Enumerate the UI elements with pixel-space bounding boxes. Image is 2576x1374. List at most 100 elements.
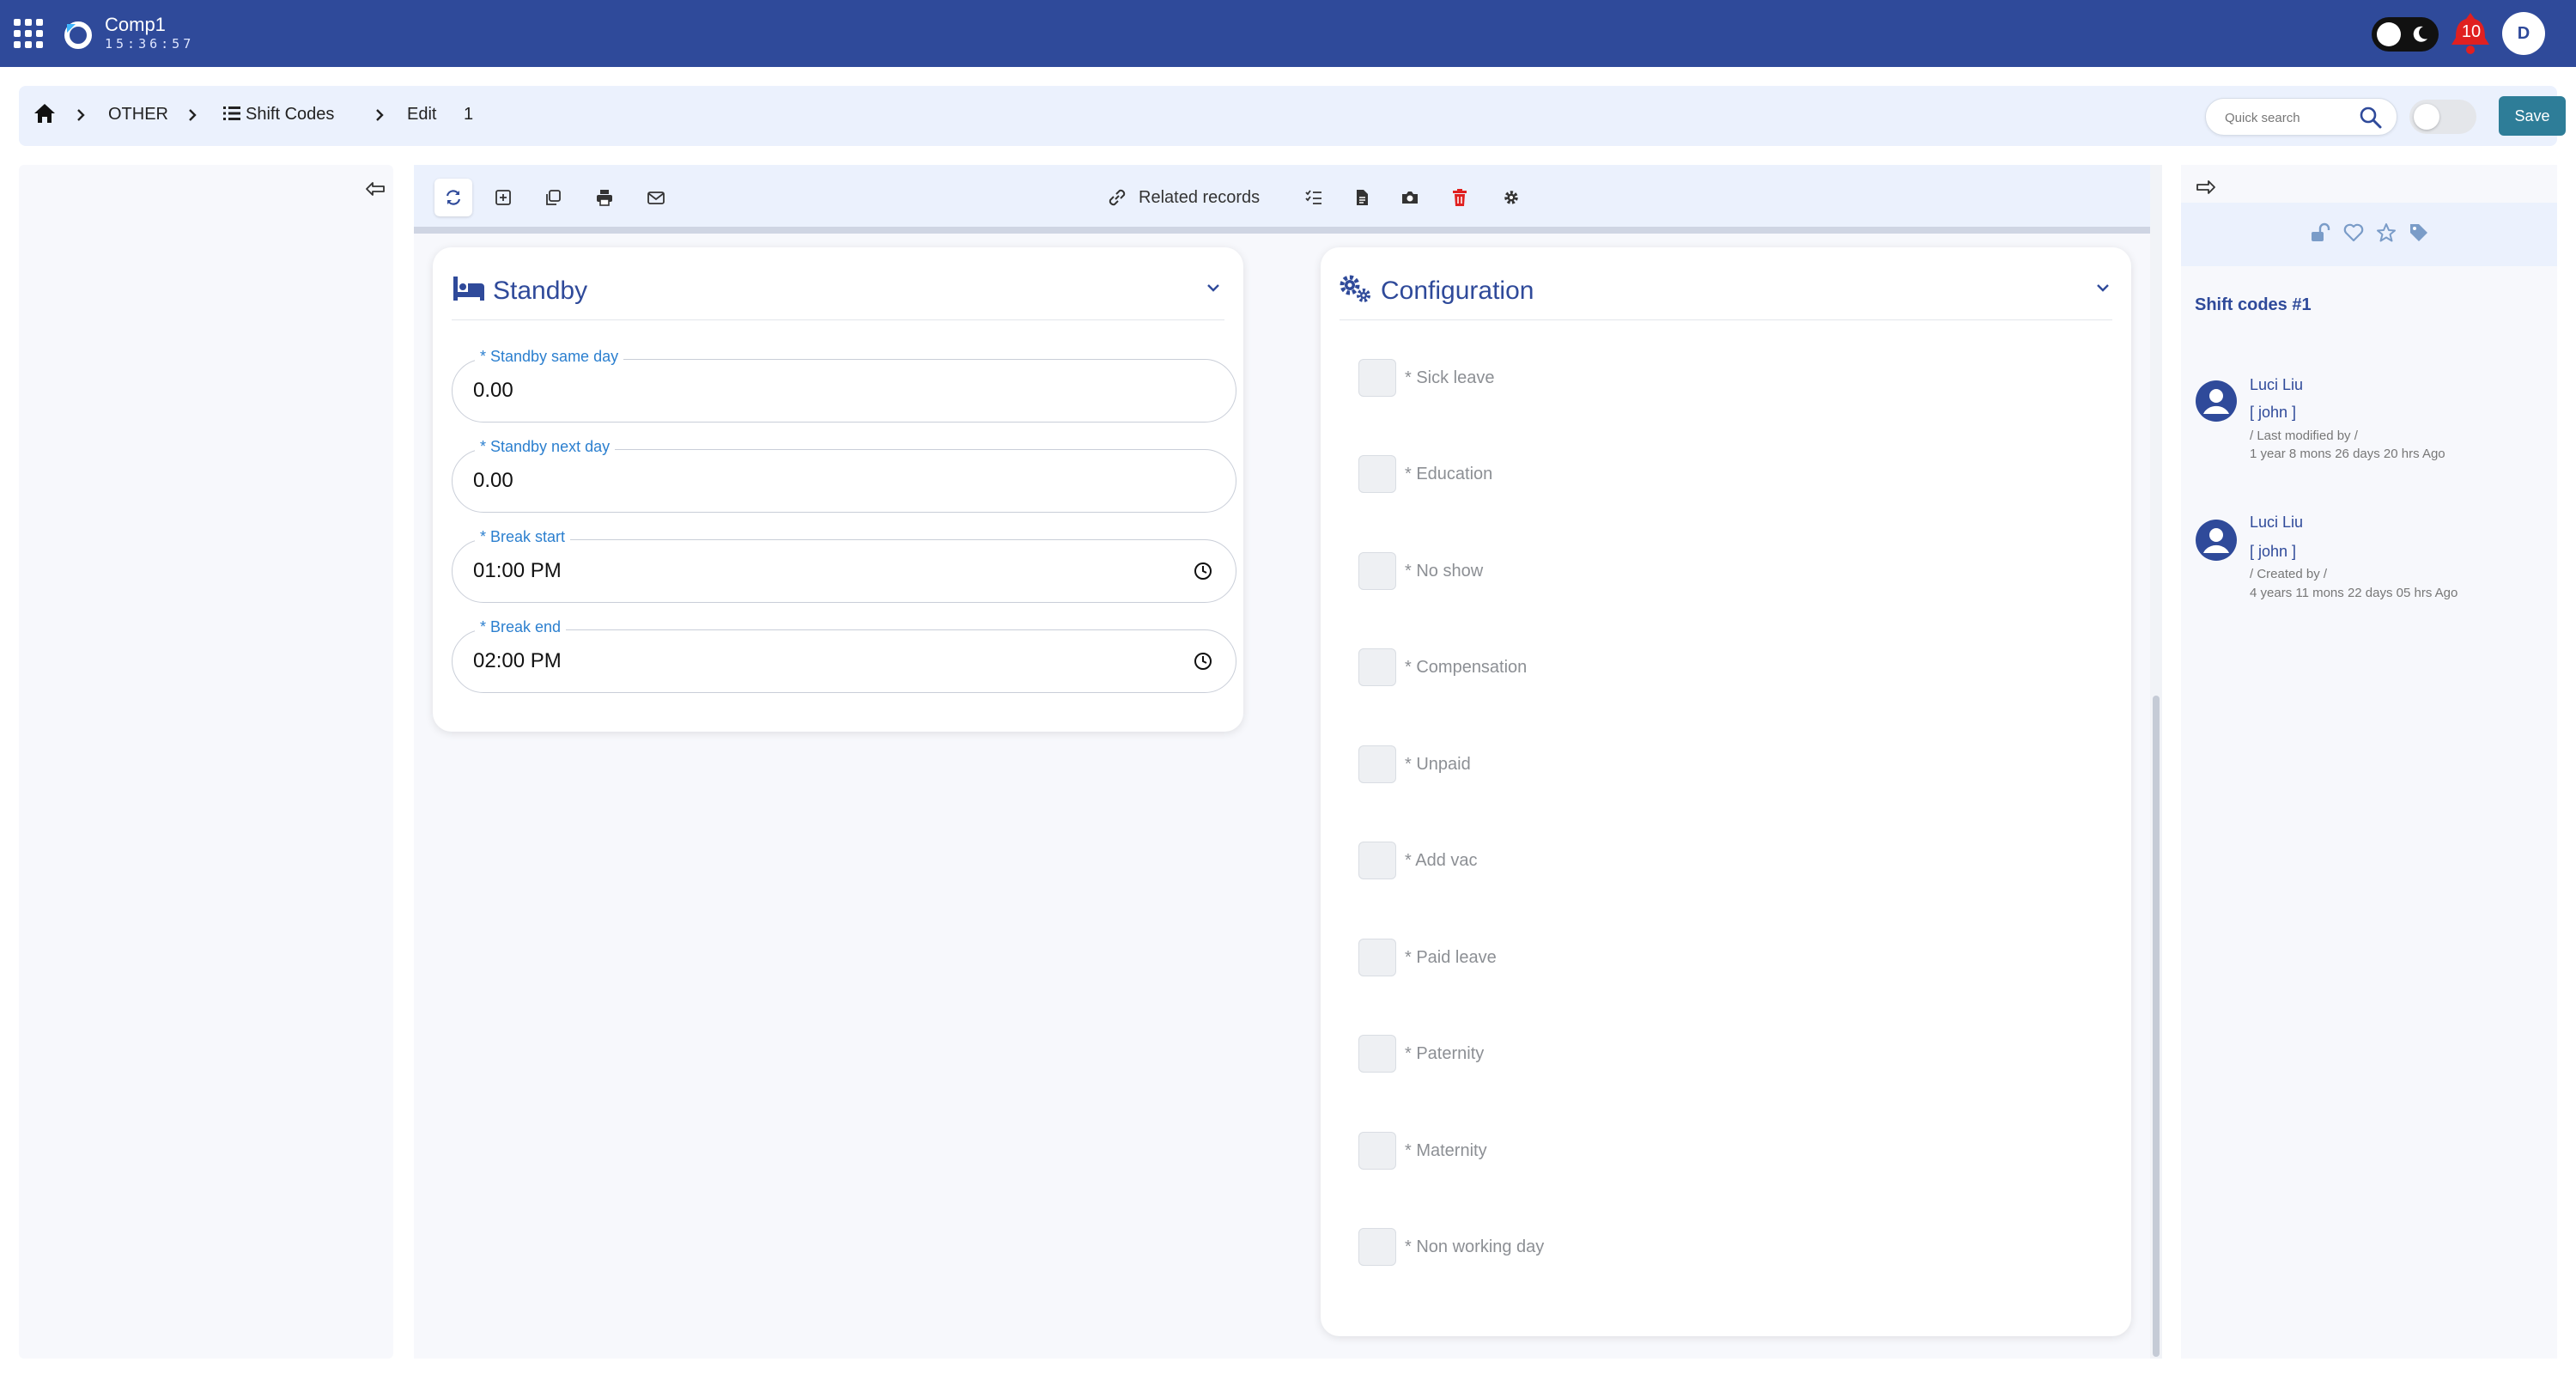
dark-mode-toggle[interactable] [2372, 17, 2439, 52]
collapse-left-arrow-icon[interactable] [364, 180, 386, 198]
checkbox-label: * Unpaid [1405, 754, 1471, 774]
field-label: * Break start [475, 528, 571, 546]
quick-search[interactable] [2205, 98, 2397, 136]
standby-card: Standby * Standby same day 0.00 * Standb… [433, 247, 1243, 732]
checkbox-label: * Add vac [1405, 850, 1478, 870]
field-label: * Standby next day [475, 438, 616, 456]
config-item-non-working-day[interactable]: * Non working day [1358, 1228, 1544, 1266]
chevron-right-icon [77, 109, 85, 121]
field-label: * Break end [475, 618, 567, 636]
checkbox-label: * Maternity [1405, 1140, 1487, 1160]
home-icon[interactable] [33, 101, 57, 125]
print-button[interactable] [586, 179, 623, 216]
record-title: Shift codes #1 [2195, 295, 2312, 314]
company-logo-icon [64, 21, 92, 49]
checkbox-label: * No show [1405, 561, 1484, 581]
checkbox[interactable] [1358, 648, 1396, 686]
breadcrumb-other[interactable]: OTHER [108, 105, 168, 125]
audit-username[interactable]: [ john ] [2250, 404, 2296, 422]
document-button[interactable] [1343, 179, 1381, 216]
config-item-compensation[interactable]: * Compensation [1358, 648, 1527, 686]
checkbox-label: * Paid leave [1405, 947, 1497, 967]
copy-icon [546, 190, 561, 205]
camera-button[interactable] [1391, 179, 1429, 216]
audit-username[interactable]: [ john ] [2250, 543, 2296, 561]
checkbox[interactable] [1358, 1132, 1396, 1170]
checkbox[interactable] [1358, 455, 1396, 493]
add-square-icon [495, 190, 511, 205]
break-end-field[interactable]: * Break end 02:00 PM [452, 618, 1236, 693]
edit-mode-toggle[interactable] [2409, 100, 2476, 134]
field-value[interactable]: 02:00 PM [473, 649, 562, 673]
configuration-title: Configuration [1381, 277, 1534, 305]
tag-icon[interactable] [2408, 222, 2430, 244]
breadcrumb-shift-codes[interactable]: Shift Codes [246, 105, 334, 125]
refresh-icon [446, 190, 461, 205]
document-icon [1357, 190, 1368, 205]
break-start-field[interactable]: * Break start 01:00 PM [452, 528, 1236, 603]
standby-title: Standby [493, 277, 588, 305]
config-item-unpaid[interactable]: * Unpaid [1358, 745, 1471, 783]
heart-icon[interactable] [2342, 222, 2365, 244]
checklist-icon [1305, 190, 1321, 204]
scrollbar-thumb[interactable] [2153, 696, 2160, 1357]
config-item-no-show[interactable]: * No show [1358, 552, 1483, 590]
chevron-right-icon [189, 109, 197, 121]
save-button[interactable]: Save [2499, 96, 2566, 136]
checkbox[interactable] [1358, 552, 1396, 590]
related-records-button[interactable]: Related records [1106, 179, 1260, 216]
search-icon[interactable] [2359, 106, 2383, 130]
checkbox[interactable] [1358, 1035, 1396, 1073]
chevron-down-icon[interactable] [1204, 278, 1223, 297]
settings-button[interactable] [1492, 179, 1530, 216]
user-avatar[interactable]: D [2502, 12, 2545, 55]
config-item-add-vac[interactable]: * Add vac [1358, 842, 1478, 879]
standby-same-day-field[interactable]: * Standby same day 0.00 [452, 348, 1236, 423]
record-actions-bar [2181, 203, 2557, 266]
configuration-card: Configuration * Sick leave * Education *… [1321, 247, 2131, 1336]
delete-button[interactable] [1441, 179, 1479, 216]
camera-icon [1402, 192, 1418, 204]
checkbox[interactable] [1358, 359, 1396, 397]
checklist-button[interactable] [1295, 179, 1333, 216]
breadcrumb: OTHER Shift Codes Edit 1 Save [19, 86, 2566, 146]
audit-timestamp: 1 year 8 mons 26 days 20 hrs Ago [2250, 447, 2445, 461]
config-item-paid-leave[interactable]: * Paid leave [1358, 939, 1497, 976]
print-icon [597, 190, 612, 206]
field-value[interactable]: 0.00 [473, 469, 513, 493]
checkbox[interactable] [1358, 745, 1396, 783]
apps-grid-icon[interactable] [14, 19, 43, 48]
standby-next-day-field[interactable]: * Standby next day 0.00 [452, 438, 1236, 513]
checkbox[interactable] [1358, 842, 1396, 879]
checkbox[interactable] [1358, 1228, 1396, 1266]
user-avatar-icon [2196, 380, 2237, 422]
clock: 15:36:57 [105, 36, 195, 52]
search-input[interactable] [2225, 107, 2354, 128]
bed-icon [453, 277, 484, 301]
chevron-right-icon [376, 109, 384, 121]
company-name[interactable]: Comp1 [105, 14, 166, 36]
email-button[interactable] [637, 179, 675, 216]
list-icon [223, 106, 240, 120]
clock-icon[interactable] [1193, 651, 1213, 672]
checkbox-label: * Paternity [1405, 1043, 1485, 1063]
unlock-icon[interactable] [2308, 222, 2330, 244]
config-item-paternity[interactable]: * Paternity [1358, 1035, 1484, 1073]
refresh-button[interactable] [434, 179, 472, 216]
expand-right-arrow-icon[interactable] [2195, 179, 2217, 196]
audit-user-name: Luci Liu [2250, 376, 2304, 393]
chevron-down-icon[interactable] [2093, 278, 2112, 297]
copy-button[interactable] [534, 179, 572, 216]
config-item-maternity[interactable]: * Maternity [1358, 1132, 1487, 1170]
new-record-button[interactable] [484, 179, 522, 216]
clock-icon[interactable] [1193, 561, 1213, 581]
field-value[interactable]: 0.00 [473, 379, 513, 403]
config-item-sick-leave[interactable]: * Sick leave [1358, 359, 1495, 397]
record-toolbar: Related records [414, 165, 2152, 234]
checkbox[interactable] [1358, 939, 1396, 976]
moon-icon [2413, 26, 2427, 42]
config-item-education[interactable]: * Education [1358, 455, 1492, 493]
field-value[interactable]: 01:00 PM [473, 559, 562, 583]
gears-icon [1340, 275, 1370, 302]
star-icon[interactable] [2375, 222, 2397, 244]
